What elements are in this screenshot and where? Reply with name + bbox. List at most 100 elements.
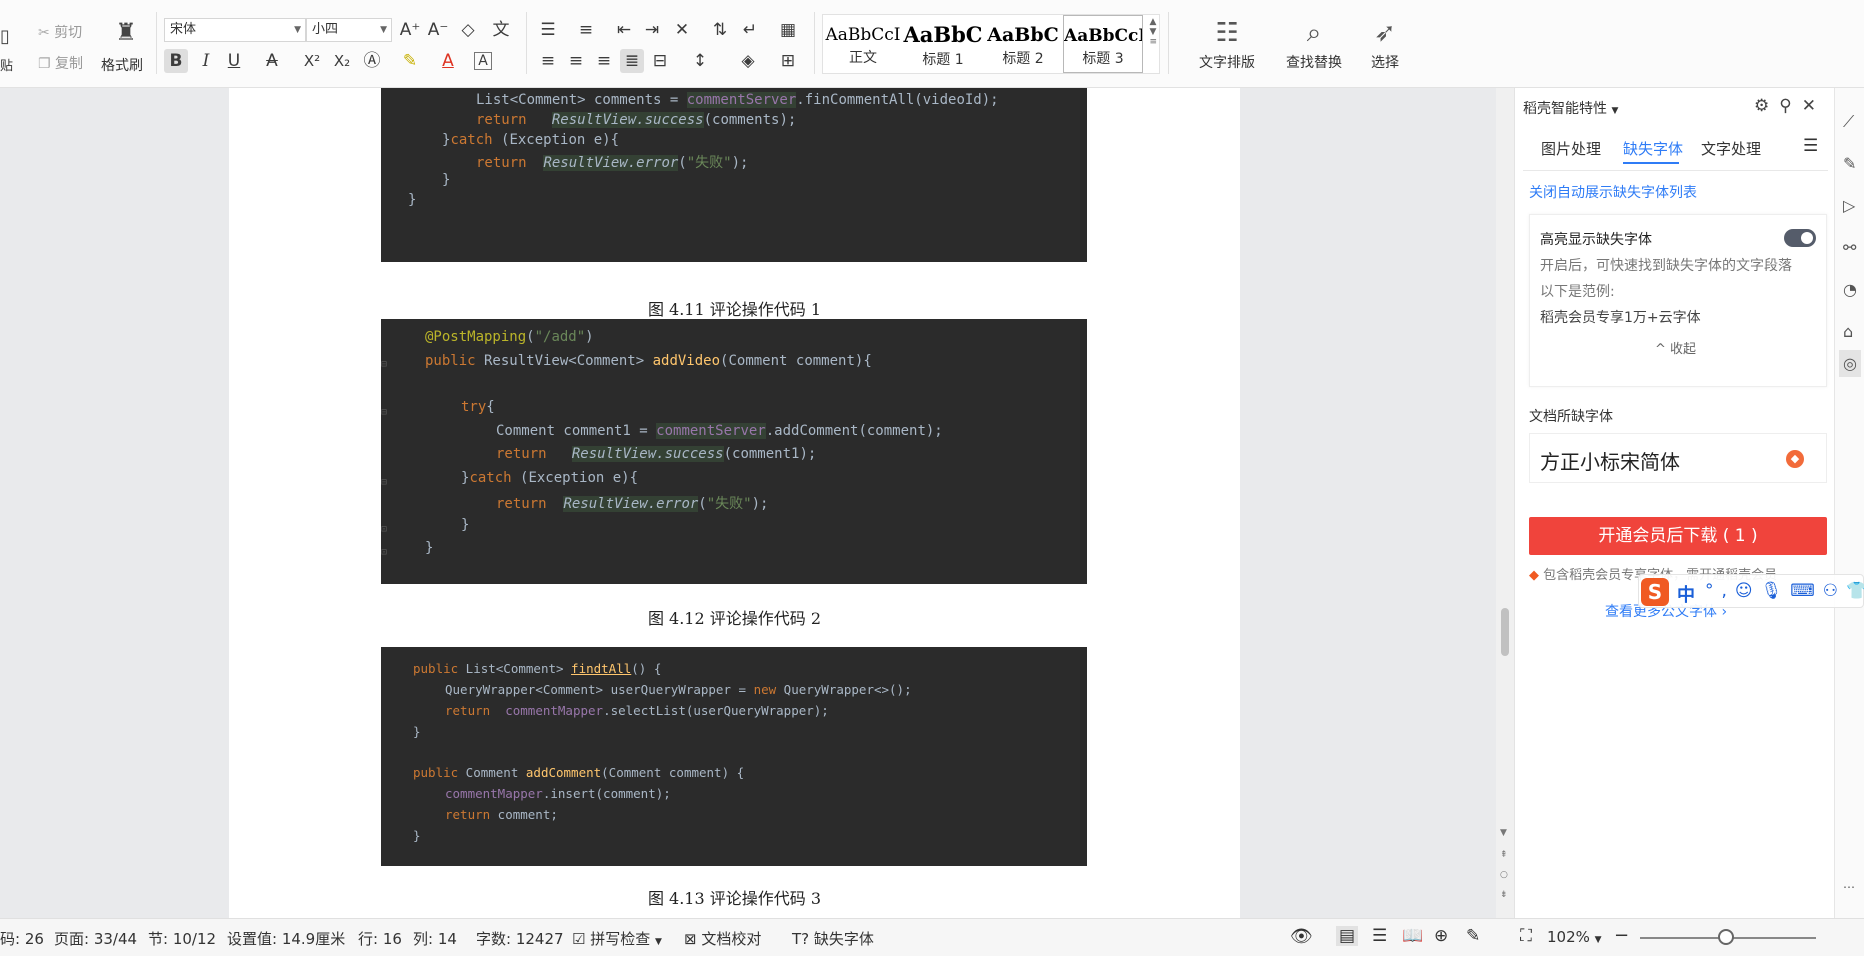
strikethrough-icon[interactable]: A bbox=[260, 49, 284, 73]
justify-icon[interactable]: ≣ bbox=[620, 49, 644, 73]
cut-button[interactable]: ✂ 剪切 bbox=[38, 22, 82, 42]
sidebar-edit-icon[interactable]: ✎ bbox=[1843, 154, 1856, 173]
tab-image-processing[interactable]: 图片处理 bbox=[1541, 138, 1601, 159]
highlight-toggle[interactable] bbox=[1784, 229, 1816, 247]
underline-icon[interactable]: U bbox=[222, 49, 246, 73]
text-layout-label: 文字排版 bbox=[1199, 55, 1255, 71]
style-heading-3[interactable]: AaBbCcI 标题 3 bbox=[1063, 15, 1143, 73]
distribute-icon[interactable]: ⊟ bbox=[648, 49, 672, 73]
download-button[interactable]: 开通会员后下载 ( 1 ) bbox=[1529, 517, 1827, 555]
ime-toolbar[interactable]: S 中 °,☺🎙⌨⚇👕 bbox=[1638, 574, 1864, 608]
code-line: commentMapper.insert(comment); bbox=[445, 786, 671, 801]
find-replace-button[interactable]: ⌕ 查找替换 bbox=[1276, 18, 1352, 72]
punctuation-icon[interactable]: °, bbox=[1705, 581, 1735, 601]
zoom-out-icon[interactable]: − bbox=[1614, 925, 1629, 946]
subscript-icon[interactable]: X₂ bbox=[330, 49, 354, 73]
spell-check-label: 拼写检查 bbox=[590, 930, 651, 948]
sidebar-image-icon[interactable]: ⌂ bbox=[1843, 322, 1853, 341]
microphone-icon[interactable]: 🎙 bbox=[1761, 581, 1791, 601]
skin-icon[interactable]: 👕 bbox=[1846, 581, 1864, 601]
spell-check-button[interactable]: ☑ 拼写检查 ▼ bbox=[572, 928, 662, 949]
bullet-list-icon[interactable]: ☰ bbox=[536, 18, 560, 42]
scroll-down-icon[interactable]: ▼ bbox=[1500, 828, 1507, 838]
paste-button[interactable]: ▯ bbox=[0, 28, 10, 46]
font-size-select[interactable]: 小四 ▼ bbox=[306, 18, 392, 42]
status-word-count[interactable]: 字数: 12427 bbox=[476, 928, 564, 949]
disable-auto-list-link[interactable]: 关闭自动展示缺失字体列表 bbox=[1529, 182, 1697, 202]
doc-proof-button[interactable]: ⊠ 文档校对 bbox=[684, 928, 761, 949]
page-view-icon[interactable]: ▤ bbox=[1336, 926, 1359, 946]
shading-icon[interactable]: ◈ bbox=[736, 49, 760, 73]
align-center-icon[interactable]: ≡ bbox=[564, 49, 588, 73]
user-icon[interactable]: ⚇ bbox=[1823, 581, 1846, 601]
web-view-icon[interactable]: ⊕ bbox=[1434, 926, 1448, 946]
copy-button[interactable]: ❐ 复制 bbox=[38, 53, 83, 73]
paste-label[interactable]: 贴 bbox=[0, 55, 13, 74]
ime-mode[interactable]: 中 bbox=[1677, 581, 1695, 607]
sidebar-history-icon[interactable]: ◔ bbox=[1843, 280, 1857, 299]
panel-title[interactable]: 稻壳智能特性 ▼ bbox=[1523, 98, 1618, 118]
style-heading-2[interactable]: AaBbC 标题 2 bbox=[983, 15, 1063, 73]
sidebar-more-icon[interactable]: ⋯ bbox=[1843, 880, 1855, 894]
bold-icon[interactable]: B bbox=[164, 49, 188, 73]
sidebar-tool-icon[interactable]: ⟋ bbox=[1843, 112, 1854, 132]
read-view-icon[interactable]: 📖 bbox=[1402, 926, 1423, 946]
missing-font-button[interactable]: T? 缺失字体 bbox=[792, 928, 874, 949]
show-marks-icon[interactable]: ↵ bbox=[738, 18, 762, 42]
outline-view-icon[interactable]: ☰ bbox=[1372, 926, 1387, 946]
italic-icon[interactable]: I bbox=[194, 49, 218, 73]
gear-icon[interactable]: ⚙ bbox=[1754, 96, 1779, 116]
table-icon[interactable]: ▦ bbox=[776, 18, 800, 42]
align-right-icon[interactable]: ≡ bbox=[592, 49, 616, 73]
eye-icon[interactable]: 👁 bbox=[1290, 926, 1313, 947]
sidebar-pointer-icon[interactable]: ▷ bbox=[1843, 196, 1855, 215]
text-effect-icon[interactable]: Ⓐ bbox=[360, 49, 384, 73]
select-browse-icon[interactable]: ○ bbox=[1500, 870, 1508, 880]
shrink-font-icon[interactable]: A⁻ bbox=[426, 18, 450, 42]
format-painter-label[interactable]: 格式刷 bbox=[101, 55, 143, 75]
align-left-icon[interactable]: ≡ bbox=[536, 49, 560, 73]
document-page[interactable]: List<Comment> comments = commentServer.f… bbox=[229, 88, 1240, 918]
fit-page-icon[interactable]: ⛶ bbox=[1520, 926, 1532, 946]
grow-font-icon[interactable]: A⁺ bbox=[398, 18, 422, 42]
keyboard-icon[interactable]: ⌨ bbox=[1790, 581, 1823, 601]
zoom-select[interactable]: 102% ▼ bbox=[1547, 928, 1602, 946]
tab-missing-fonts[interactable]: 缺失字体 bbox=[1623, 138, 1683, 159]
tab-text-processing[interactable]: 文字处理 bbox=[1701, 138, 1761, 159]
missing-font-item[interactable]: 方正小标宋简体 ◆ bbox=[1529, 433, 1827, 483]
pin-icon[interactable]: ⚲ bbox=[1779, 96, 1801, 116]
style-normal[interactable]: AaBbCcI 正文 bbox=[823, 15, 903, 73]
char-border-icon[interactable]: A bbox=[474, 52, 492, 70]
line-spacing-icon[interactable]: ↕ bbox=[688, 49, 712, 73]
font-color-icon[interactable]: A bbox=[436, 49, 460, 73]
style-heading-1[interactable]: AaBbC 标题 1 bbox=[903, 15, 983, 73]
pen-icon[interactable]: ✎ bbox=[1466, 926, 1480, 946]
font-name-select[interactable]: 宋体 ▼ bbox=[164, 18, 306, 42]
sidebar-settings-icon[interactable]: ⚯ bbox=[1843, 238, 1856, 257]
emoji-icon[interactable]: ☺ bbox=[1735, 581, 1761, 601]
styles-scroll-icon[interactable]: ▲ ▼ ≡ bbox=[1149, 17, 1157, 47]
phonetic-icon[interactable]: 文 bbox=[484, 18, 518, 42]
format-painter-button[interactable]: ♜ bbox=[104, 20, 148, 44]
menu-icon[interactable]: ☰ bbox=[1803, 136, 1818, 156]
outdent-icon[interactable]: ⇤ bbox=[612, 18, 636, 42]
indent-icon[interactable]: ⇥ bbox=[640, 18, 664, 42]
highlight-icon[interactable]: ✎ bbox=[398, 49, 422, 73]
status-page[interactable]: 页面: 33/44 bbox=[54, 928, 137, 949]
borders-icon[interactable]: ⊞ bbox=[776, 49, 800, 73]
vertical-scrollbar[interactable]: ▼ ⇞ ○ ⇟ bbox=[1496, 88, 1514, 918]
clear-format-icon[interactable]: ◇ bbox=[456, 18, 480, 42]
close-icon[interactable]: ✕ bbox=[1802, 96, 1826, 116]
collapse-button[interactable]: ^ 收起 bbox=[1655, 338, 1696, 357]
zoom-slider-handle[interactable] bbox=[1718, 929, 1734, 945]
select-button[interactable]: ➶ 选择 bbox=[1360, 18, 1410, 72]
numbered-list-icon[interactable]: ≡ bbox=[574, 18, 598, 42]
prev-page-icon[interactable]: ⇞ bbox=[1500, 850, 1508, 860]
sort-icon[interactable]: ⇅ bbox=[708, 18, 732, 42]
next-page-icon[interactable]: ⇟ bbox=[1500, 890, 1508, 900]
sidebar-smart-icon[interactable]: ◎ bbox=[1839, 350, 1861, 377]
chinese-layout-icon[interactable]: ✕ bbox=[670, 18, 694, 42]
text-layout-button[interactable]: ☷ 文字排版 bbox=[1186, 18, 1268, 72]
scrollbar-thumb[interactable] bbox=[1501, 608, 1509, 656]
superscript-icon[interactable]: X² bbox=[300, 49, 324, 73]
